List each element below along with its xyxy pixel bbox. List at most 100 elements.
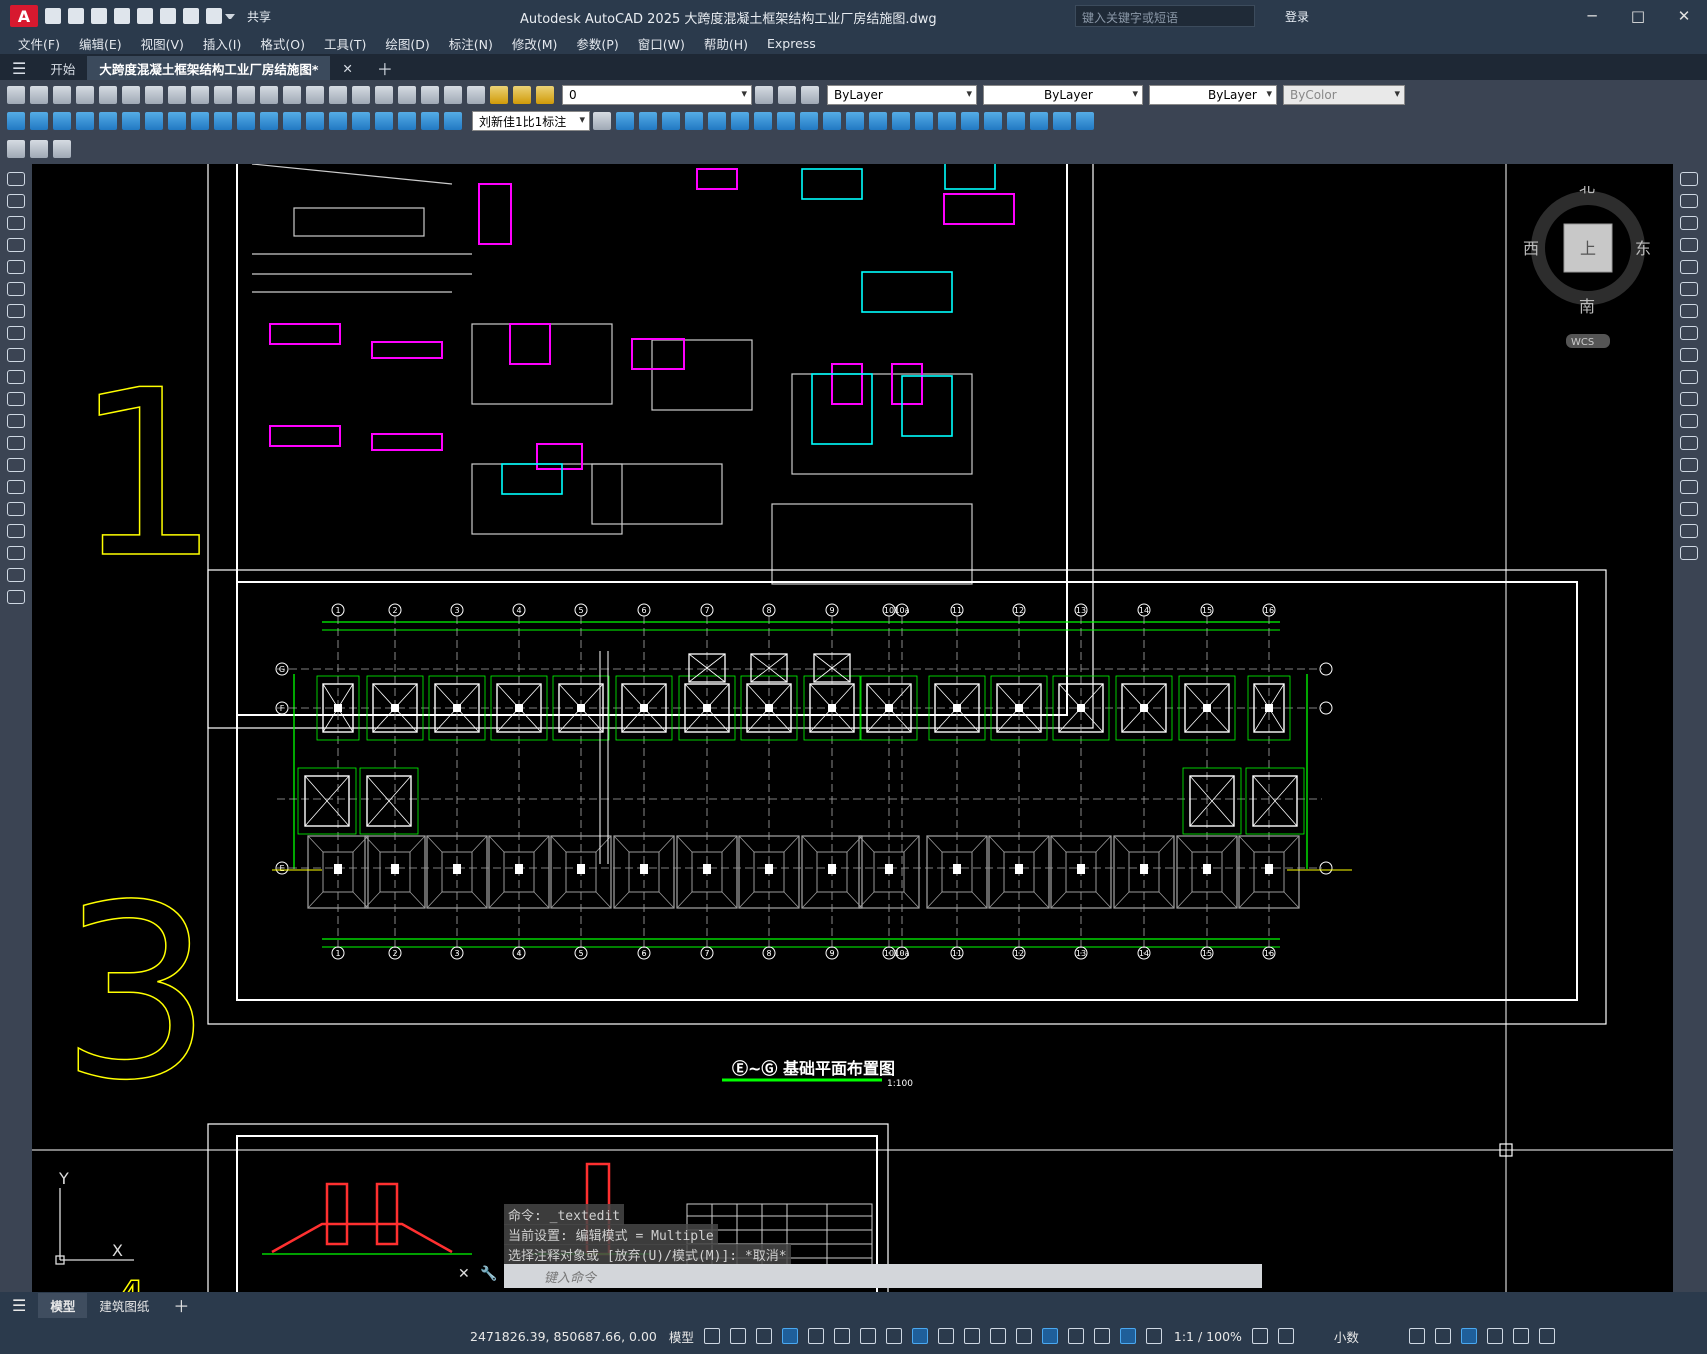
- menu-window[interactable]: 窗口(W): [638, 34, 685, 53]
- close-command-icon[interactable]: ✕: [458, 1266, 470, 1282]
- lineweight-icon[interactable]: [937, 1328, 954, 1344]
- gradient-icon[interactable]: [7, 502, 25, 516]
- chamfer-edge-icon[interactable]: [1075, 112, 1094, 130]
- revolve-icon[interactable]: [776, 112, 795, 130]
- 3d-align-icon[interactable]: [983, 112, 1002, 130]
- insert-block-icon[interactable]: [7, 414, 25, 428]
- viewcube-top[interactable]: 上: [1580, 239, 1596, 258]
- polyline-icon[interactable]: [7, 216, 25, 230]
- command-input[interactable]: 键入命令: [504, 1264, 1262, 1288]
- new-icon[interactable]: [6, 86, 25, 104]
- clean-screen-icon[interactable]: [1512, 1328, 1529, 1344]
- region-icon[interactable]: [7, 524, 25, 538]
- continue-dim-icon[interactable]: [236, 112, 255, 130]
- layer-previous-icon[interactable]: [754, 86, 773, 104]
- solid-wedge-icon[interactable]: [638, 112, 657, 130]
- minimize-icon[interactable]: ─: [1569, 0, 1615, 32]
- selection-filter-icon[interactable]: [1067, 1328, 1084, 1344]
- color-select[interactable]: ByLayer: [827, 85, 977, 105]
- login-button[interactable]: 登录: [1285, 8, 1309, 25]
- share-button[interactable]: 共享: [247, 8, 271, 25]
- extrude-icon[interactable]: [753, 112, 772, 130]
- tab-model[interactable]: 模型: [38, 1292, 88, 1318]
- isodraft-icon[interactable]: [859, 1328, 876, 1344]
- help-icon[interactable]: [443, 86, 462, 104]
- paste-icon[interactable]: [190, 86, 209, 104]
- layer-manager-icon[interactable]: [466, 86, 485, 104]
- lock-icon[interactable]: [535, 86, 554, 104]
- quick-properties-icon[interactable]: [1408, 1328, 1425, 1344]
- hamburger-layout-icon[interactable]: ☰: [0, 1293, 38, 1318]
- lineweight-select[interactable]: ByLayer: [1149, 85, 1277, 105]
- plot-icon[interactable]: [160, 8, 176, 24]
- express-icon[interactable]: [52, 140, 71, 158]
- layer-state-icon[interactable]: [800, 86, 819, 104]
- space-dim-icon[interactable]: [259, 112, 278, 130]
- erase-icon[interactable]: [1680, 172, 1698, 186]
- fillet-icon[interactable]: [1680, 502, 1698, 516]
- selection-cycle-icon[interactable]: [989, 1328, 1006, 1344]
- new-file-icon[interactable]: [45, 8, 61, 24]
- arc-icon[interactable]: [7, 282, 25, 296]
- gizmo-icon[interactable]: [1093, 1328, 1110, 1344]
- quick-dim-icon[interactable]: [190, 112, 209, 130]
- join-icon[interactable]: [1680, 458, 1698, 472]
- add-layout-icon[interactable]: ＋: [161, 1290, 201, 1320]
- table-icon[interactable]: [7, 546, 25, 560]
- copy-icon[interactable]: [167, 86, 186, 104]
- 3d-rotate-icon[interactable]: [960, 112, 979, 130]
- menu-insert[interactable]: 插入(I): [203, 34, 241, 53]
- customize-icon[interactable]: 🔧: [480, 1266, 497, 1282]
- menu-dimension[interactable]: 标注(N): [449, 34, 493, 53]
- 3d-array-icon[interactable]: [1006, 112, 1025, 130]
- tab-drawing[interactable]: 大跨度混凝土框架结构工业厂房结施图*: [87, 56, 331, 80]
- search-input[interactable]: 键入关键字或短语: [1075, 5, 1255, 27]
- dim-style-select[interactable]: 刘新佳1比1标注: [472, 111, 590, 131]
- slice-icon[interactable]: [868, 112, 887, 130]
- subtract-icon[interactable]: [822, 112, 841, 130]
- move-icon[interactable]: [1680, 282, 1698, 296]
- stretch-icon[interactable]: [1680, 348, 1698, 362]
- transparency-icon[interactable]: [963, 1328, 980, 1344]
- jogged-linear-icon[interactable]: [374, 112, 393, 130]
- intersect-icon[interactable]: [845, 112, 864, 130]
- ellipse-icon[interactable]: [7, 370, 25, 384]
- ordinate-dim-icon[interactable]: [75, 112, 94, 130]
- open-icon[interactable]: [29, 86, 48, 104]
- diameter-dim-icon[interactable]: [144, 112, 163, 130]
- zoom-window-icon[interactable]: [328, 86, 347, 104]
- layer-match-icon[interactable]: [777, 86, 796, 104]
- publish-icon[interactable]: [121, 86, 140, 104]
- tool-palette-icon[interactable]: [397, 86, 416, 104]
- solid-cone-icon[interactable]: [661, 112, 680, 130]
- compass-west[interactable]: 西: [1523, 239, 1539, 258]
- undo-icon[interactable]: [183, 8, 199, 24]
- annotation-monitor-icon[interactable]: [1277, 1328, 1294, 1344]
- make-block-icon[interactable]: [7, 436, 25, 450]
- sun-icon[interactable]: [512, 86, 531, 104]
- plotstyle-select[interactable]: ByColor: [1283, 85, 1405, 105]
- interfere-icon[interactable]: [914, 112, 933, 130]
- lightbulb-icon[interactable]: [489, 86, 508, 104]
- annotation-visibility-icon[interactable]: [1119, 1328, 1136, 1344]
- polar-icon[interactable]: [833, 1328, 850, 1344]
- grid-icon[interactable]: [703, 1328, 720, 1344]
- compass-north[interactable]: 北: [1579, 177, 1595, 196]
- explode-icon[interactable]: [1680, 546, 1698, 560]
- ortho-icon[interactable]: [807, 1328, 824, 1344]
- close-icon[interactable]: ✕: [1661, 0, 1707, 32]
- lock-ui-icon[interactable]: [1434, 1328, 1451, 1344]
- autocad-logo-icon[interactable]: A: [10, 5, 38, 27]
- hardware-accel-icon[interactable]: [1486, 1328, 1503, 1344]
- solid-cylinder-icon[interactable]: [707, 112, 726, 130]
- open-file-icon[interactable]: [68, 8, 84, 24]
- solid-torus-icon[interactable]: [730, 112, 749, 130]
- aligned-dim-icon[interactable]: [29, 112, 48, 130]
- copy-object-icon[interactable]: [1680, 194, 1698, 208]
- preview-icon[interactable]: [98, 86, 117, 104]
- web-open-icon[interactable]: [137, 8, 153, 24]
- redo-icon[interactable]: [259, 86, 278, 104]
- revcloud-icon[interactable]: [7, 326, 25, 340]
- tab-layout-1[interactable]: 建筑图纸: [87, 1293, 161, 1318]
- compass-south[interactable]: 南: [1579, 297, 1595, 316]
